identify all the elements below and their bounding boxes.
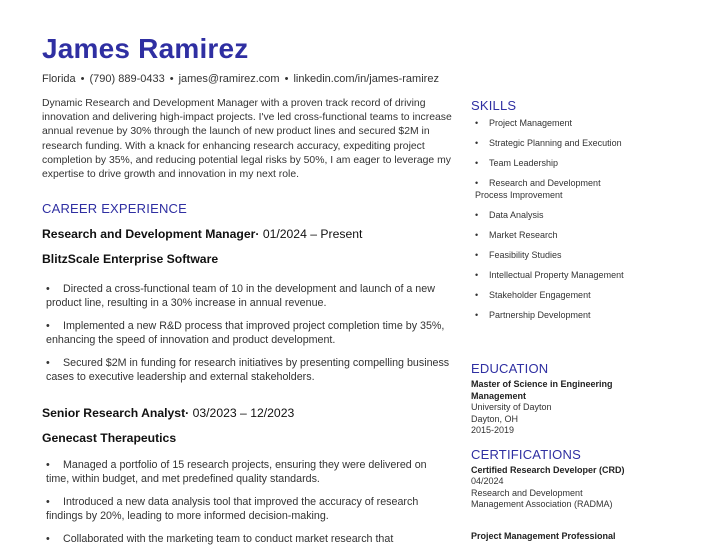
list-item: • Introduced a new data analysis tool tha…: [46, 495, 419, 523]
list-item: • Secured $2M in funding for research ini…: [46, 356, 450, 384]
skill-item: • Partnership Development: [475, 310, 591, 320]
job-company: BlitzScale Enterprise Software: [42, 252, 219, 266]
bullet-dot: •: [46, 283, 50, 295]
job-role: Research and Development Manager: [42, 227, 256, 241]
skill-item: • Project Management: [475, 118, 573, 128]
list-item: • Collaborated with the marketing team to…: [46, 532, 394, 545]
certification-entry: Certified Research Developer (CRD) 04/20…: [471, 464, 631, 511]
career-section-title: CAREER EXPERIENCE: [42, 201, 187, 216]
list-item: • Managed a portfolio of 15 research proj…: [46, 459, 427, 486]
contact-separator: •: [284, 73, 289, 85]
education-school: University of Dayton: [471, 402, 552, 412]
skill-item: • Research and Development Process Improv…: [475, 178, 601, 200]
education-location: Dayton, OH: [471, 413, 519, 424]
list-item: • Directed a cross-functional team of 10 …: [46, 283, 435, 310]
bullet-dot: •: [46, 495, 50, 508]
skill-item: • Intellectual Property Management: [475, 270, 624, 280]
education-entry: Master of Science in Engineering Managem…: [471, 378, 631, 437]
professional-summary: Dynamic Research and Development Manager…: [42, 98, 452, 181]
job-role: Senior Research Analyst: [42, 406, 186, 420]
certification-name: Certified Research Developer (CRD): [471, 465, 625, 475]
contact-phone: (790) 889-0433: [89, 73, 165, 85]
skill-item: • Feasibility Studies: [475, 250, 562, 260]
education-degree: Master of Science in Engineering Managem…: [471, 379, 613, 401]
contact-separator: •: [80, 73, 85, 85]
bullet-dot: •: [46, 319, 50, 332]
list-item: • Implemented a new R&D process that impr…: [46, 319, 445, 347]
contact-line: Florida • (790) 889-0433 • james@ramirez.com…: [42, 73, 439, 85]
skill-item: • Data Analysis: [475, 210, 544, 220]
contact-separator: •: [169, 73, 174, 85]
bullet-dot: •: [46, 459, 50, 471]
job-dates: 03/2023 – 12/2023: [192, 406, 295, 420]
job-bullets: • Managed a portfolio of 15 research proj…: [46, 458, 452, 554]
skills-list: • Project Management • Strategic Planning …: [475, 117, 625, 329]
education-section-title: EDUCATION: [471, 361, 549, 376]
skill-item: • Strategic Planning and Execution: [475, 138, 622, 148]
bullet-dot: •: [46, 356, 50, 369]
job-heading: Senior Research Analyst· 03/2023 – 12/20…: [42, 406, 295, 420]
contact-location: Florida: [42, 73, 76, 85]
job-company: Genecast Therapeutics: [42, 431, 177, 445]
candidate-name: James Ramirez: [42, 33, 249, 64]
bullet-dot: •: [46, 532, 50, 545]
contact-email[interactable]: james@ramirez.com: [179, 73, 280, 85]
job-dates: 01/2024 – Present: [262, 227, 363, 241]
job-bullets: • Directed a cross-functional team of 10 …: [46, 282, 452, 392]
contact-linkedin[interactable]: linkedin.com/in/james-ramirez: [293, 73, 439, 85]
skill-item: • Team Leadership: [475, 158, 559, 168]
certification-entry: Project Management Professional: [471, 530, 631, 542]
certification-name: Project Management Professional: [471, 531, 616, 541]
education-dates: 2015-2019: [471, 425, 515, 436]
skills-section-title: SKILLS: [471, 98, 517, 113]
skill-item: • Stakeholder Engagement: [475, 290, 591, 300]
resume-page: James Ramirez Florida • (790) 889-0433 • jam…: [0, 0, 712, 545]
job-heading: Research and Development Manager· 01/202…: [42, 227, 363, 241]
certifications-section-title: CERTIFICATIONS: [471, 447, 581, 462]
certification-date: 04/2024: [471, 476, 504, 486]
skill-item: • Market Research: [475, 230, 558, 240]
certification-issuer: Research and Development Management Asso…: [471, 487, 613, 510]
